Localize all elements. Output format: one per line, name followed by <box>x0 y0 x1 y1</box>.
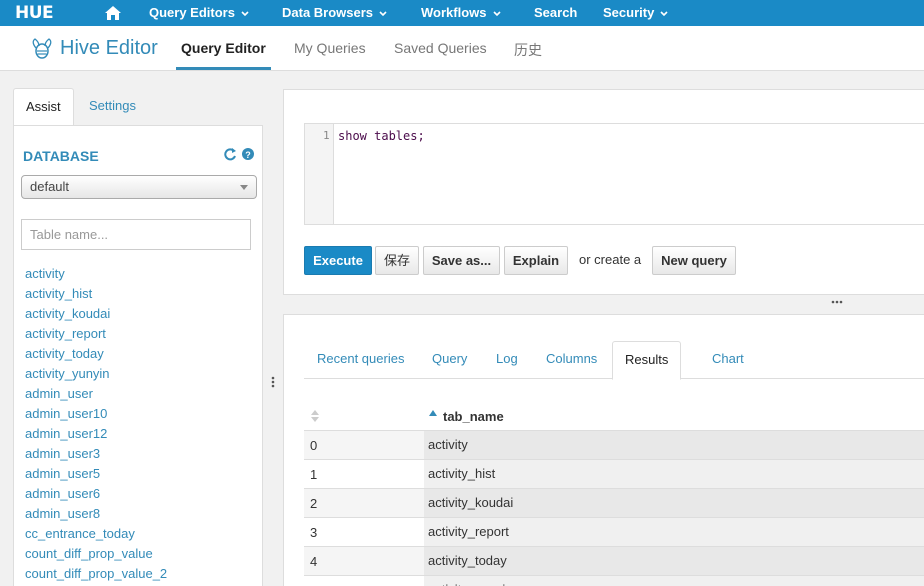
sort-both-icon[interactable] <box>310 409 320 423</box>
table-item[interactable]: admin_user10 <box>25 404 167 424</box>
top-navbar: HUE Query Editors Data Browsers Workflow… <box>0 0 924 26</box>
nav-search[interactable]: Search <box>534 0 577 26</box>
tab-query[interactable]: Query <box>432 341 467 379</box>
line-number: 1 <box>323 129 330 142</box>
tab-recent-queries[interactable]: Recent queries <box>317 341 404 379</box>
database-selected-value: default <box>30 179 70 194</box>
table-item[interactable]: count_diff_prop_value <box>25 544 167 564</box>
app-title[interactable]: Hive Editor <box>60 37 158 60</box>
row-value: activity_koudai <box>424 489 924 517</box>
nav-security-label: Security <box>603 5 655 20</box>
nav-query-editors[interactable]: Query Editors <box>149 0 249 26</box>
tab-history[interactable]: 历史 <box>514 40 542 60</box>
table-item[interactable]: activity_hist <box>25 284 167 304</box>
row-value: activity_today <box>424 547 924 575</box>
table-item[interactable]: admin_user6 <box>25 484 167 504</box>
table-item[interactable]: admin_user8 <box>25 504 167 524</box>
hue-logo[interactable]: HUE <box>15 3 54 23</box>
assist-tabs: Assist Settings <box>13 88 263 126</box>
row-index: 4 <box>310 554 318 569</box>
active-tab-indicator <box>176 67 271 70</box>
app-header: Hive Editor Query Editor My Queries Save… <box>0 26 924 71</box>
panel-resize-handle[interactable] <box>271 376 275 388</box>
nav-security[interactable]: Security <box>603 0 668 26</box>
nav-workflows[interactable]: Workflows <box>421 0 501 26</box>
tab-assist[interactable]: Assist <box>13 88 74 126</box>
table-item[interactable]: activity_today <box>25 344 167 364</box>
results-tabs: Recent queries Query Log Columns Results… <box>304 341 924 380</box>
sort-ascending-icon[interactable] <box>428 409 438 417</box>
save-button[interactable]: 保存 <box>375 246 419 275</box>
table-item[interactable]: admin_user <box>25 384 167 404</box>
chevron-down-icon <box>492 10 501 16</box>
table-row: 2 activity_koudai <box>304 488 924 517</box>
row-index: 0 <box>310 438 318 453</box>
tab-settings[interactable]: Settings <box>77 88 148 126</box>
row-index: 3 <box>310 525 318 540</box>
or-create-text: or create a <box>579 252 642 267</box>
table-item[interactable]: activity_yunyin <box>25 364 167 384</box>
table-item[interactable]: activity <box>25 264 167 284</box>
refresh-icon[interactable] <box>224 148 236 161</box>
table-item[interactable]: admin_user12 <box>25 424 167 444</box>
database-title: DATABASE <box>23 148 99 164</box>
tab-results[interactable]: Results <box>612 341 682 380</box>
table-row: 5 activity_yunyin <box>304 575 924 586</box>
database-select[interactable]: default <box>21 175 257 199</box>
table-item[interactable]: admin_user5 <box>25 464 167 484</box>
save-as-button[interactable]: Save as... <box>423 246 500 275</box>
table-item[interactable]: cc_entrance_today <box>25 524 167 544</box>
execute-button[interactable]: Execute <box>304 246 372 275</box>
svg-text:?: ? <box>245 150 251 160</box>
query-editor-card: 1 show tables; Execute 保存 Save as... Exp… <box>283 89 924 295</box>
table-item[interactable]: count_diff_prop_value_2 <box>25 564 167 584</box>
code-editor[interactable]: 1 show tables; <box>304 123 924 225</box>
column-header-tab-name[interactable]: tab_name <box>443 409 504 424</box>
row-value: activity_report <box>424 518 924 546</box>
table-row: 0 activity <box>304 430 924 459</box>
code-line[interactable]: show tables; <box>338 129 425 143</box>
tab-log[interactable]: Log <box>496 341 518 379</box>
chevron-down-icon <box>241 10 249 16</box>
tab-columns[interactable]: Columns <box>546 341 597 379</box>
hive-bee-icon <box>32 38 52 59</box>
results-header-row: tab_name <box>304 401 924 430</box>
nav-data-browsers-label: Data Browsers <box>282 5 374 20</box>
explain-button[interactable]: Explain <box>504 246 568 275</box>
tab-query-editor[interactable]: Query Editor <box>181 40 266 56</box>
db-action-icons: ? <box>224 148 254 161</box>
nav-workflows-label: Workflows <box>421 5 487 20</box>
caret-down-icon <box>240 185 248 190</box>
table-search-input[interactable] <box>21 219 251 250</box>
table-list: activity activity_hist activity_koudai a… <box>25 264 167 584</box>
results-card: Recent queries Query Log Columns Results… <box>283 314 924 586</box>
table-item[interactable]: activity_koudai <box>25 304 167 324</box>
editor-resize-handle[interactable] <box>831 300 843 304</box>
row-value: activity <box>424 431 924 459</box>
tab-chart[interactable]: Chart <box>712 341 744 379</box>
chevron-down-icon <box>379 10 387 16</box>
nav-search-label: Search <box>534 5 578 20</box>
help-icon[interactable]: ? <box>242 148 254 160</box>
row-index: 1 <box>310 467 318 482</box>
new-query-button[interactable]: New query <box>652 246 736 275</box>
line-gutter: 1 <box>305 124 334 224</box>
chevron-down-icon <box>660 10 668 16</box>
tab-my-queries[interactable]: My Queries <box>294 40 366 56</box>
home-icon[interactable] <box>104 5 122 21</box>
table-row: 4 activity_today <box>304 546 924 575</box>
table-item[interactable]: admin_user3 <box>25 444 167 464</box>
tab-saved-queries[interactable]: Saved Queries <box>394 40 487 56</box>
table-row: 3 activity_report <box>304 517 924 546</box>
assist-panel: DATABASE ? default activity activity_his… <box>13 125 263 586</box>
row-value: activity_hist <box>424 460 924 488</box>
nav-data-browsers[interactable]: Data Browsers <box>282 0 387 26</box>
nav-query-editors-label: Query Editors <box>149 5 235 20</box>
table-item[interactable]: activity_report <box>25 324 167 344</box>
table-row: 1 activity_hist <box>304 459 924 488</box>
row-value: activity_yunyin <box>424 576 924 586</box>
row-index: 2 <box>310 496 318 511</box>
